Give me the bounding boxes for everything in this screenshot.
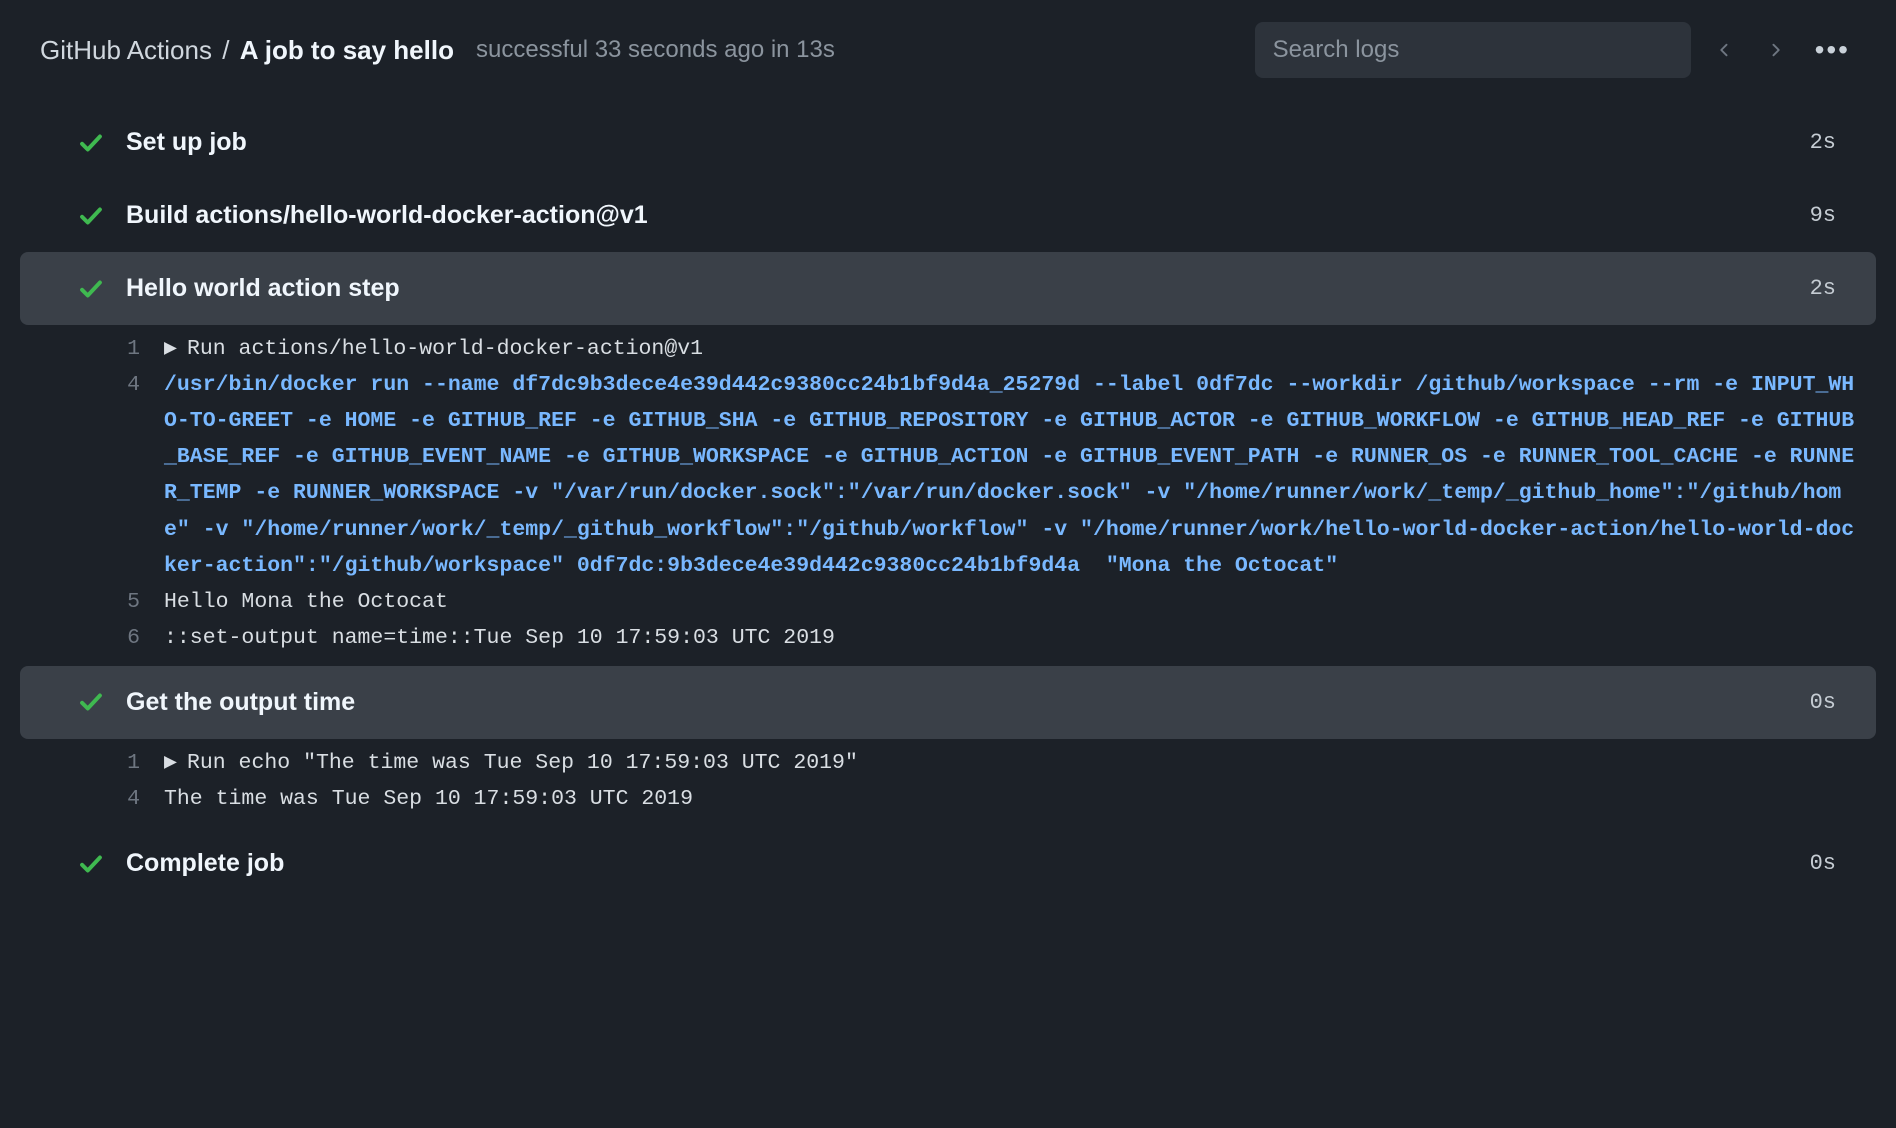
step-duration: 0s xyxy=(1810,690,1836,715)
step-duration: 2s xyxy=(1810,276,1836,301)
steps-list: Set up job2sBuild actions/hello-world-do… xyxy=(0,96,1896,950)
job-status-text: successful 33 seconds ago in 13s xyxy=(476,36,835,64)
log-text: /usr/bin/docker run --name df7dc9b3dece4… xyxy=(164,373,1854,578)
step-duration: 0s xyxy=(1810,851,1836,876)
breadcrumb-separator: / xyxy=(222,35,229,65)
log-content: /usr/bin/docker run --name df7dc9b3dece4… xyxy=(164,367,1856,584)
log-text: Run echo "The time was Tue Sep 10 17:59:… xyxy=(187,751,858,775)
step-name: Get the output time xyxy=(126,688,1810,717)
step-name: Complete job xyxy=(126,849,1810,878)
check-icon xyxy=(78,130,104,156)
step-row[interactable]: Build actions/hello-world-docker-action@… xyxy=(20,179,1876,252)
log-line: 1▶ Run actions/hello-world-docker-action@… xyxy=(0,331,1856,367)
log-text: Hello Mona the Octocat xyxy=(164,590,448,614)
step-name: Set up job xyxy=(126,128,1810,157)
disclosure-triangle-icon[interactable]: ▶ xyxy=(164,751,177,775)
check-icon xyxy=(78,851,104,877)
step-row[interactable]: Complete job0s xyxy=(20,827,1876,900)
log-content: ::set-output name=time::Tue Sep 10 17:59… xyxy=(164,620,1856,656)
log-text: The time was Tue Sep 10 17:59:03 UTC 201… xyxy=(164,787,693,811)
log-content: The time was Tue Sep 10 17:59:03 UTC 201… xyxy=(164,781,1856,817)
line-number: 6 xyxy=(70,620,164,656)
more-options-button[interactable]: ••• xyxy=(1809,34,1856,66)
log-content: ▶ Run echo "The time was Tue Sep 10 17:59… xyxy=(164,745,1856,781)
line-number: 1 xyxy=(70,745,164,781)
prev-result-button[interactable] xyxy=(1709,34,1741,66)
step-name: Build actions/hello-world-docker-action@… xyxy=(126,201,1810,230)
step-row[interactable]: Set up job2s xyxy=(20,106,1876,179)
log-line: 6::set-output name=time::Tue Sep 10 17:5… xyxy=(0,620,1856,656)
step-duration: 2s xyxy=(1810,130,1836,155)
log-text: Run actions/hello-world-docker-action@v1 xyxy=(187,337,703,361)
line-number: 1 xyxy=(70,331,164,367)
step-name: Hello world action step xyxy=(126,274,1810,303)
check-icon xyxy=(78,689,104,715)
log-line: 5Hello Mona the Octocat xyxy=(0,584,1856,620)
disclosure-triangle-icon[interactable]: ▶ xyxy=(164,337,177,361)
workflow-name[interactable]: GitHub Actions xyxy=(40,35,212,65)
log-content: Hello Mona the Octocat xyxy=(164,584,1856,620)
line-number: 4 xyxy=(70,367,164,403)
line-number: 5 xyxy=(70,584,164,620)
log-text: ::set-output name=time::Tue Sep 10 17:59… xyxy=(164,626,835,650)
log-line: 4/usr/bin/docker run --name df7dc9b3dece… xyxy=(0,367,1856,584)
step-row[interactable]: Get the output time0s xyxy=(20,666,1876,739)
log-line: 4The time was Tue Sep 10 17:59:03 UTC 20… xyxy=(0,781,1856,817)
job-name: A job to say hello xyxy=(240,35,454,65)
check-icon xyxy=(78,203,104,229)
step-row[interactable]: Hello world action step2s xyxy=(20,252,1876,325)
log-header: GitHub Actions / A job to say hello succ… xyxy=(0,0,1896,96)
step-duration: 9s xyxy=(1810,203,1836,228)
header-actions: ••• xyxy=(1255,22,1856,78)
breadcrumb: GitHub Actions / A job to say hello xyxy=(40,35,454,66)
log-line: 1▶ Run echo "The time was Tue Sep 10 17:5… xyxy=(0,745,1856,781)
log-block: 1▶ Run actions/hello-world-docker-action@… xyxy=(0,325,1896,666)
line-number: 4 xyxy=(70,781,164,817)
next-result-button[interactable] xyxy=(1759,34,1791,66)
log-block: 1▶ Run echo "The time was Tue Sep 10 17:5… xyxy=(0,739,1896,827)
log-content: ▶ Run actions/hello-world-docker-action@v… xyxy=(164,331,1856,367)
search-input[interactable] xyxy=(1255,22,1691,78)
check-icon xyxy=(78,276,104,302)
